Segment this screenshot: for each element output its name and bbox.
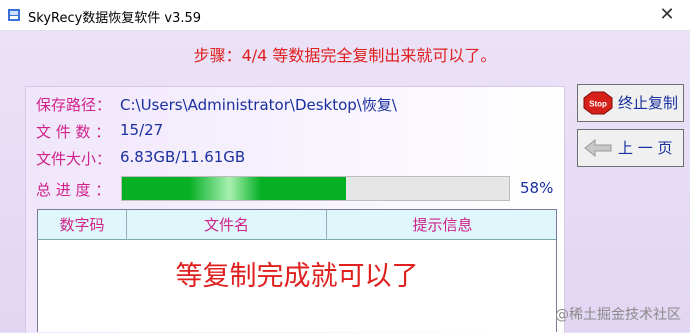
step-status: 步骤：4/4 等数据完全复制出来就可以了。 <box>193 46 497 65</box>
progress-bar <box>121 176 510 201</box>
table-message: 等复制完成就可以了 <box>175 261 419 292</box>
stop-copy-label: 终止复制 <box>618 94 679 112</box>
table-header: 数字码 文件名 提示信息 <box>38 210 556 240</box>
progress-label: 总 进 度 ： <box>36 181 111 199</box>
stop-copy-button[interactable]: Stop 终止复制 <box>577 84 684 122</box>
stop-icon-text: Stop <box>589 100 607 109</box>
file-size-label: 文件大小： <box>36 150 112 168</box>
prev-page-label: 上 一 页 <box>618 139 673 157</box>
stop-icon: Stop <box>583 91 613 115</box>
file-size-value: 6.83GB/11.61GB <box>120 148 246 166</box>
back-arrow-icon <box>584 138 612 158</box>
close-icon: ✕ <box>659 4 675 25</box>
column-header-message[interactable]: 提示信息 <box>327 210 558 240</box>
window-title: SkyRecy数据恢复软件 v3.59 <box>28 11 202 26</box>
file-count-label: 文 件 数 ： <box>36 123 111 141</box>
save-path-value: C:\Users\Administrator\Desktop\恢复\ <box>120 96 397 114</box>
app-icon <box>8 9 20 21</box>
column-header-code[interactable]: 数字码 <box>38 210 127 240</box>
watermark: @稀土掘金技术社区 <box>555 307 681 323</box>
progress-percent: 58% <box>520 179 554 197</box>
file-table: 数字码 文件名 提示信息 等复制完成就可以了 <box>37 209 557 332</box>
file-count-value: 15/27 <box>120 121 164 139</box>
column-header-filename[interactable]: 文件名 <box>127 210 327 240</box>
save-path-label: 保存路径： <box>36 96 112 114</box>
prev-page-button[interactable]: 上 一 页 <box>577 129 684 167</box>
title-bar: SkyRecy数据恢复软件 v3.59 ✕ <box>0 0 690 31</box>
close-button[interactable]: ✕ <box>644 0 690 30</box>
progress-fill <box>122 177 347 200</box>
